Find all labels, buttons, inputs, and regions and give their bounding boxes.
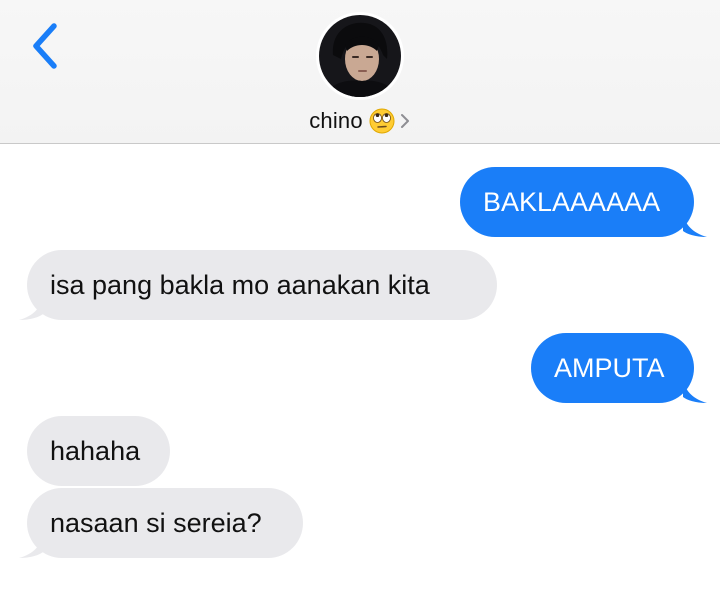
contact-name: chino: [309, 108, 363, 133]
message-bubble-received[interactable]: hahaha: [27, 416, 170, 486]
message-text: AMPUTA: [554, 353, 665, 383]
message-text: hahaha: [50, 436, 141, 466]
message-text: isa pang bakla mo aanakan kita: [50, 270, 430, 300]
message-bubble-sent[interactable]: AMPUTA: [531, 333, 694, 403]
contact-avatar-photo: [319, 15, 401, 97]
bubble-tail: [19, 296, 43, 320]
contact-title[interactable]: chino: [0, 106, 720, 136]
back-button[interactable]: [24, 20, 68, 72]
message-bubble-received[interactable]: isa pang bakla mo aanakan kita: [27, 250, 497, 320]
chevron-right-icon: [400, 114, 409, 128]
message-text: BAKLAAAAAA: [483, 187, 661, 217]
message-bubble-sent[interactable]: BAKLAAAAAA: [460, 167, 694, 237]
messages-screen: chino BAKLAAAAAA isa pang bakla mo aanak…: [0, 0, 720, 612]
conversation-header: chino: [0, 0, 720, 144]
message-bubble-received[interactable]: nasaan si sereia?: [27, 488, 303, 558]
message-text: nasaan si sereia?: [50, 508, 262, 538]
chevron-left-icon: [33, 23, 57, 69]
avatar[interactable]: [316, 12, 404, 100]
face-with-rolling-eyes-emoji: [369, 108, 395, 134]
bubble-tail: [683, 379, 707, 403]
bubble-tail: [683, 213, 707, 237]
bubble-tail: [19, 534, 43, 558]
